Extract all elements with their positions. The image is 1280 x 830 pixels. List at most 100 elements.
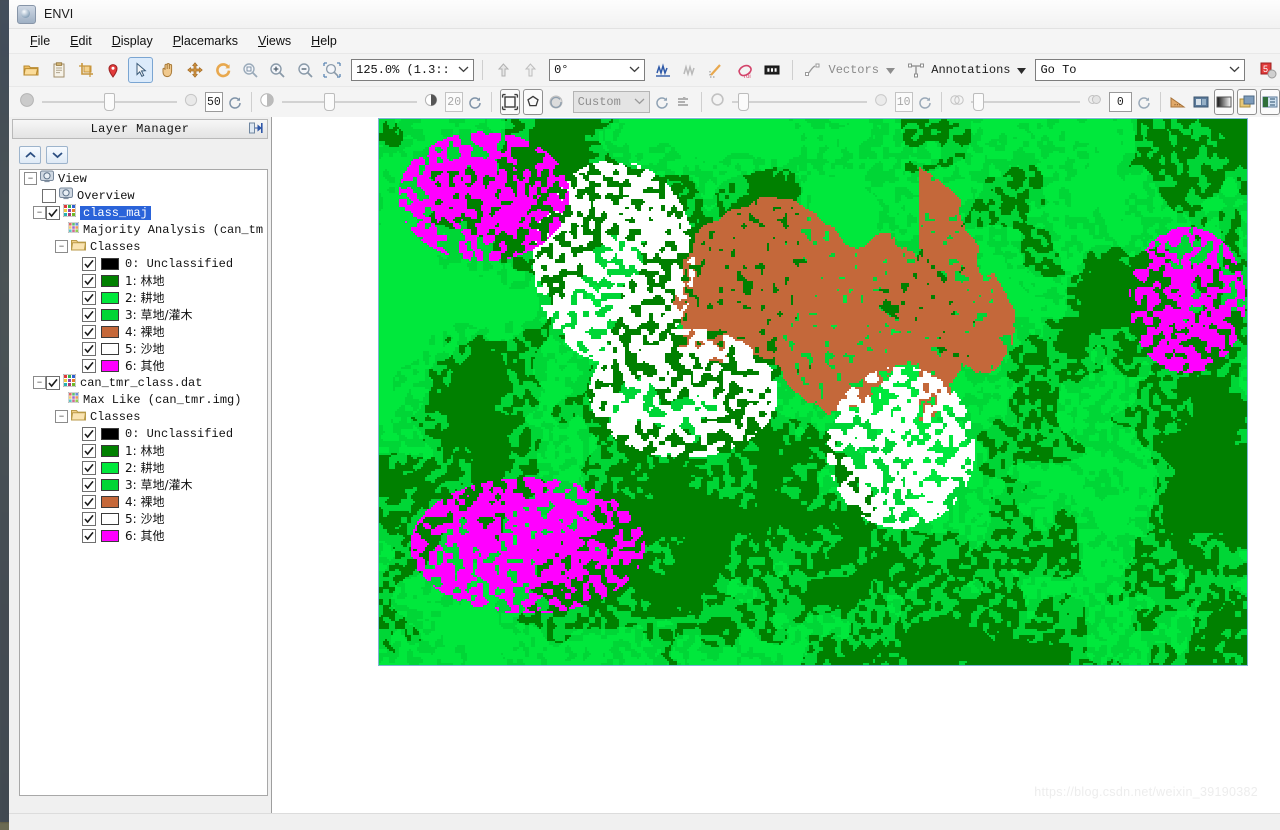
layer-manager-title-bar: Layer Manager bbox=[12, 119, 268, 139]
zoom-level-combo[interactable]: 125.0% (1.3:: bbox=[351, 59, 474, 81]
annotations-label[interactable]: Annotations bbox=[931, 63, 1010, 77]
measure-icon[interactable] bbox=[1168, 89, 1188, 115]
refresh-stretch-icon[interactable] bbox=[546, 89, 566, 115]
goto-combo[interactable]: Go To bbox=[1035, 59, 1244, 81]
fly-move-icon[interactable] bbox=[183, 57, 207, 83]
contrast-slider[interactable] bbox=[282, 93, 417, 111]
layer-checkbox[interactable] bbox=[82, 325, 96, 339]
layer-checkbox[interactable] bbox=[82, 495, 96, 509]
menu-edit[interactable]: Edit bbox=[61, 31, 101, 51]
folder-icon bbox=[71, 409, 86, 425]
stretch-value: Custom bbox=[578, 95, 621, 109]
zoom-out-icon[interactable] bbox=[292, 57, 316, 83]
cursor-value-icon[interactable] bbox=[705, 57, 729, 83]
layer-checkbox[interactable] bbox=[82, 342, 96, 356]
square-stretch-icon[interactable] bbox=[500, 89, 520, 115]
layer-checkbox[interactable] bbox=[46, 376, 60, 390]
layer-checkbox[interactable] bbox=[82, 257, 96, 271]
tree-expander[interactable]: − bbox=[55, 410, 68, 423]
tree-expander[interactable]: − bbox=[55, 240, 68, 253]
data-values-icon[interactable] bbox=[760, 57, 784, 83]
region-of-interest-icon[interactable]: roi bbox=[733, 57, 757, 83]
contrast-reset-icon[interactable] bbox=[466, 89, 483, 115]
layer-checkbox[interactable] bbox=[82, 478, 96, 492]
portal-icon[interactable] bbox=[1191, 89, 1211, 115]
raster-canvas-frame bbox=[378, 118, 1248, 666]
flicker-icon[interactable] bbox=[1260, 89, 1280, 115]
stretch-combo[interactable]: Custom bbox=[573, 91, 651, 113]
snapshot-up-icon[interactable] bbox=[491, 57, 515, 83]
class-color-swatch bbox=[101, 258, 119, 270]
vectors-label[interactable]: Vectors bbox=[829, 63, 879, 77]
snapshot-down-icon[interactable] bbox=[519, 57, 543, 83]
spectral-profile-icon[interactable] bbox=[651, 57, 675, 83]
zoom-fit-icon[interactable] bbox=[238, 57, 262, 83]
zoom-in-icon[interactable] bbox=[265, 57, 289, 83]
sharpen-reset-icon[interactable] bbox=[916, 89, 933, 115]
brightness-value[interactable]: 50 bbox=[205, 92, 223, 112]
blend-icon[interactable] bbox=[1237, 89, 1257, 115]
dock-pin-icon[interactable] bbox=[248, 121, 264, 135]
brightness-slider[interactable] bbox=[42, 93, 177, 111]
class-color-swatch bbox=[101, 530, 119, 542]
transparency-value[interactable]: 0 bbox=[1109, 92, 1131, 112]
tree-expander[interactable]: − bbox=[33, 206, 46, 219]
layer-checkbox[interactable] bbox=[82, 427, 96, 441]
brightness-icon bbox=[19, 92, 35, 113]
menu-views[interactable]: Views bbox=[249, 31, 300, 51]
tree-expander[interactable]: − bbox=[33, 376, 46, 389]
rotation-combo[interactable]: 0° bbox=[549, 59, 644, 81]
transparency-slider[interactable] bbox=[971, 93, 1080, 111]
layer-checkbox[interactable] bbox=[42, 189, 56, 203]
vectors-icon[interactable] bbox=[801, 57, 825, 83]
contrast-value[interactable]: 20 bbox=[445, 92, 463, 112]
view-icon bbox=[40, 170, 54, 187]
layer-checkbox[interactable] bbox=[82, 291, 96, 305]
menu-placemarks[interactable]: Placemarks bbox=[164, 31, 247, 51]
extension-icon[interactable]: 5 bbox=[1256, 57, 1280, 83]
tree-label-classes: Classes bbox=[86, 240, 140, 254]
class-color-swatch bbox=[101, 428, 119, 440]
reset-stretch-icon[interactable] bbox=[653, 89, 670, 115]
move-layer-down-icon[interactable] bbox=[46, 146, 68, 164]
classification-raster[interactable] bbox=[379, 119, 1247, 665]
window-left-edge bbox=[0, 0, 9, 822]
menu-help[interactable]: Help bbox=[302, 31, 346, 51]
menu-display[interactable]: Display bbox=[103, 31, 162, 51]
brightness-reset-icon[interactable] bbox=[226, 89, 243, 115]
crop-icon[interactable] bbox=[74, 57, 98, 83]
sharpen-slider[interactable] bbox=[732, 93, 867, 111]
annotations-icon[interactable] bbox=[904, 57, 928, 83]
menu-file[interactable]: File bbox=[21, 31, 59, 51]
grayscale-icon[interactable] bbox=[1214, 89, 1234, 115]
title-bar: ENVI bbox=[9, 0, 1280, 29]
layer-checkbox[interactable] bbox=[82, 512, 96, 526]
vectors-dropdown-arrow[interactable] bbox=[886, 61, 895, 79]
tree-expander[interactable]: − bbox=[24, 172, 37, 185]
main-content: Layer Manager −ViewOverview−class_majMaj… bbox=[9, 117, 1280, 813]
move-layer-up-icon[interactable] bbox=[19, 146, 41, 164]
envi-globe-icon bbox=[17, 5, 36, 24]
pan-hand-icon[interactable] bbox=[156, 57, 180, 83]
layer-checkbox[interactable] bbox=[82, 308, 96, 322]
annotations-dropdown-arrow[interactable] bbox=[1017, 61, 1026, 79]
polygon-stretch-icon[interactable] bbox=[523, 89, 543, 115]
layer-tree[interactable]: −ViewOverview−class_majMajority Analysis… bbox=[19, 169, 268, 796]
histogram-stretch-icon[interactable] bbox=[673, 89, 693, 115]
image-view[interactable]: https://blog.csdn.net/weixin_39190382 bbox=[272, 117, 1280, 813]
layer-checkbox[interactable] bbox=[82, 274, 96, 288]
placemark-pin-icon[interactable] bbox=[101, 57, 125, 83]
rotate-icon[interactable] bbox=[210, 57, 234, 83]
layer-checkbox[interactable] bbox=[82, 444, 96, 458]
layer-checkbox[interactable] bbox=[82, 359, 96, 373]
paste-clipboard-icon[interactable] bbox=[46, 57, 70, 83]
layer-checkbox[interactable] bbox=[46, 206, 60, 220]
sharpen-value[interactable]: 10 bbox=[895, 92, 913, 112]
open-file-icon[interactable] bbox=[19, 57, 43, 83]
layer-checkbox[interactable] bbox=[82, 529, 96, 543]
layer-checkbox[interactable] bbox=[82, 461, 96, 475]
transparency-reset-icon[interactable] bbox=[1135, 89, 1152, 115]
multi-profile-icon[interactable] bbox=[678, 57, 702, 83]
select-cursor-icon[interactable] bbox=[128, 57, 152, 83]
zoom-selection-icon[interactable] bbox=[320, 57, 344, 83]
